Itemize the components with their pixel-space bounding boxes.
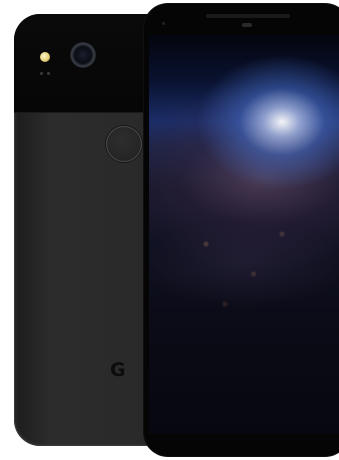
sensor-dots [40, 72, 54, 76]
phone-front [144, 4, 339, 456]
flash-icon [40, 52, 50, 62]
front-sensor [242, 23, 252, 27]
fingerprint-sensor-icon [106, 126, 142, 162]
brand-logo: G [110, 359, 126, 381]
product-image: G [0, 0, 339, 460]
camera-lens-icon [70, 42, 96, 68]
sensor-dot [40, 72, 43, 75]
front-camera-icon [162, 22, 165, 25]
screen-wallpaper [149, 34, 339, 434]
earth-night-lights [149, 184, 339, 384]
sensor-dot [47, 72, 50, 75]
earpiece-speaker [206, 14, 290, 18]
